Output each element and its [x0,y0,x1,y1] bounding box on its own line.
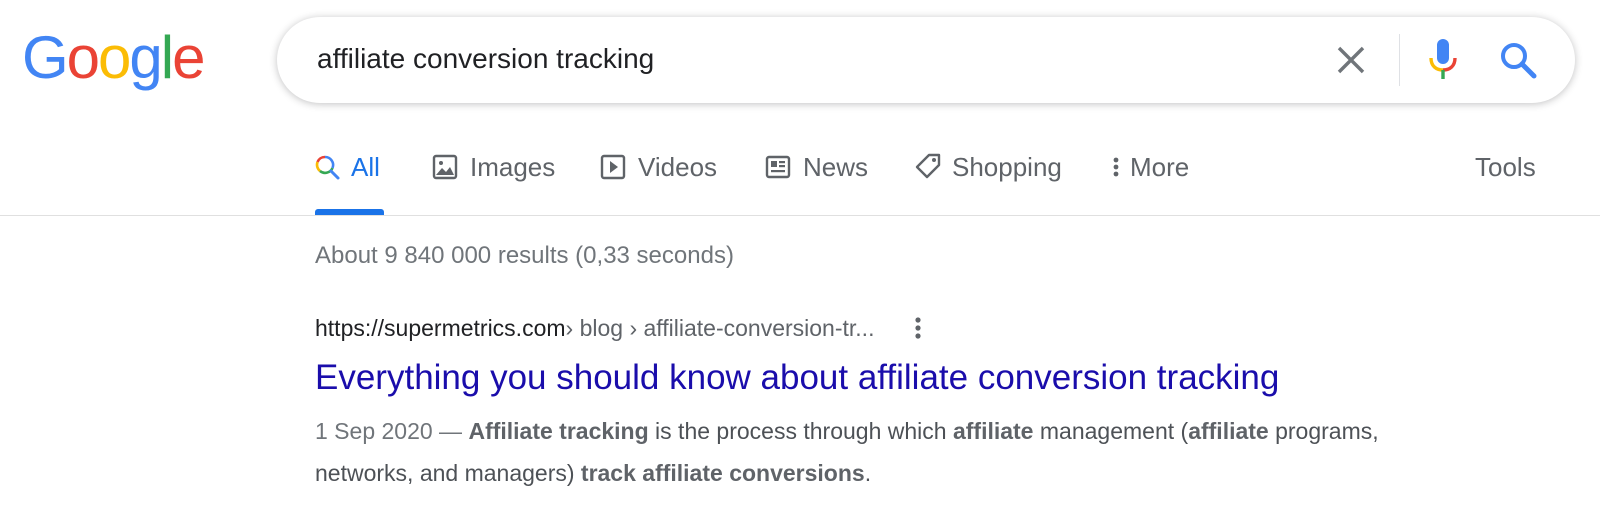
tab-images-label: Images [470,152,556,182]
search-tabs: All Images Videos News Shopping More Too… [0,150,1600,216]
tag-icon [914,150,942,184]
vertical-dots-icon[interactable] [908,312,928,344]
tab-news-label: News [803,152,869,182]
tab-images[interactable]: Images [432,150,555,210]
tab-news[interactable]: News [765,150,868,210]
result-url[interactable]: https://supermetrics.com › blog › affili… [315,310,1465,346]
snippet-text: management ( [1033,418,1189,444]
search-bar-divider [1399,34,1400,86]
search-bar [277,17,1575,103]
search-multicolor-icon [315,150,341,184]
tab-all-label: All [351,152,380,182]
snippet-bold: Affiliate tracking [468,418,649,444]
tab-videos-label: Videos [638,152,718,182]
result-url-path: › blog › affiliate-conversion-tr... [565,315,875,341]
tab-shopping-label: Shopping [952,152,1062,182]
image-icon [432,150,460,184]
logo-letter: l [160,24,174,91]
logo-letter: e [172,24,205,91]
result-snippet: 1 Sep 2020 — Affiliate tracking is the p… [315,410,1435,494]
tab-all[interactable]: All [315,150,380,210]
tools-label: Tools [1475,152,1536,182]
microphone-icon [1429,39,1457,79]
search-result: https://supermetrics.com › blog › affili… [315,310,1465,494]
logo-letter: G [22,24,69,91]
voice-search-button[interactable] [1423,37,1463,83]
search-button[interactable] [1497,39,1539,81]
logo-letter: g [129,24,162,91]
clear-button[interactable] [1331,40,1371,80]
google-logo[interactable]: Google [22,22,206,94]
snippet-bold: affiliate [1188,418,1269,444]
logo-letter: o [98,24,131,91]
date-separator: — [432,418,469,444]
tab-more-label: More [1130,152,1190,182]
tab-more[interactable]: More [1110,150,1189,210]
search-icon [1501,43,1537,79]
vertical-dots-icon [1110,150,1122,184]
tab-shopping[interactable]: Shopping [914,150,1062,210]
result-date: 1 Sep 2020 [315,418,433,444]
snippet-text: . [864,460,872,486]
snippet-text: is the process through which [648,418,953,444]
result-url-host: https://supermetrics.com [315,315,566,341]
play-icon [600,150,628,184]
snippet-bold: affiliate [952,418,1034,444]
search-results-page: Google affiliate conversion tracking All… [0,0,1600,510]
search-input[interactable] [317,39,1317,79]
result-stats: About 9 840 000 results (0,33 seconds) [315,242,734,269]
snippet-bold: track affiliate conversions [580,460,865,486]
tab-videos[interactable]: Videos [600,150,717,210]
logo-letter: o [66,24,100,91]
newspaper-icon [765,150,793,184]
tabs-divider [0,215,1600,216]
close-icon [1337,46,1365,74]
result-title-link[interactable]: Everything you should know about affilia… [315,356,1465,400]
tools-button[interactable]: Tools [1475,150,1536,210]
